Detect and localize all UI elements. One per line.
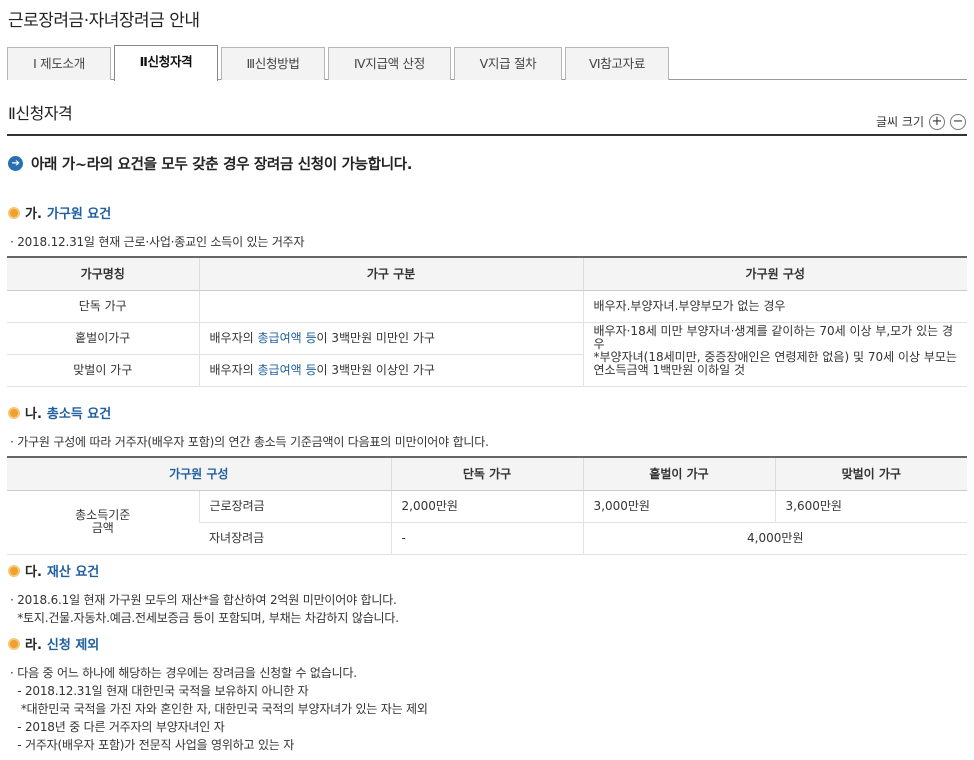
bullet-icon xyxy=(8,206,20,219)
tab-intro[interactable]: Ⅰ 제도소개 xyxy=(7,47,111,80)
household-composition: 배우자.부양자녀.부양부모가 없는 경우 xyxy=(582,290,967,323)
column-header: 가구원 구성 xyxy=(7,457,392,491)
section-b-name: 총소득 요건 xyxy=(46,407,112,422)
column-header: 가구명칭 xyxy=(7,257,199,291)
table-row: 단독 가구 배우자.부양자녀.부양부모가 없는 경우 xyxy=(7,290,967,323)
column-header: 가구원 구성 xyxy=(582,257,967,291)
section-d-name: 신청 제외 xyxy=(46,638,100,653)
tab-eligibility[interactable]: Ⅱ신청자격 xyxy=(114,45,218,81)
headline: ➔ 아래 가~라의 요건을 모두 갖춘 경우 장려금 신청이 가능합니다. xyxy=(8,153,412,174)
section-a-heading: 가. 가구원 요건 xyxy=(8,203,111,222)
section-b-prefix: 나. xyxy=(25,407,42,422)
font-size-control: 글씨 크기 + − xyxy=(876,113,966,130)
font-decrease-button[interactable]: − xyxy=(950,113,966,130)
household-composition: 배우자·18세 미만 부양자녀·생계를 같이하는 70세 이상 부,모가 있는 … xyxy=(582,322,967,387)
column-header: 단독 가구 xyxy=(390,457,584,491)
income-table: 가구원 구성 단독 가구 홑벌이 가구 맞벌이 가구 총소득기준 금액 근로장려… xyxy=(7,456,968,555)
single-household-value: - xyxy=(390,522,584,555)
total-pay-link[interactable]: 총급여액 등 xyxy=(257,363,316,377)
table-header-row: 가구명칭 가구 구분 가구원 구성 xyxy=(7,257,967,291)
arrow-right-icon: ➔ xyxy=(8,156,23,171)
font-increase-button[interactable]: + xyxy=(929,113,945,130)
household-type: 배우자의 총급여액 등이 3백만원 미만인 가구 xyxy=(198,322,583,355)
type-text: 이 3백만원 미만인 가구 xyxy=(316,330,435,345)
income-criteria-label: 총소득기준 금액 xyxy=(7,490,199,555)
two-earner-value: 3,600만원 xyxy=(774,490,968,523)
column-header: 홑벌이 가구 xyxy=(582,457,776,491)
tab-references[interactable]: Ⅵ참고자료 xyxy=(565,47,669,80)
section-d-line: - 2018.12.31일 현재 대한민국 국적을 보유하지 아니한 자 xyxy=(10,684,309,698)
section-b-heading: 나. 총소득 요건 xyxy=(8,403,111,422)
table-row: 홑벌이가구 배우자의 총급여액 등이 3백만원 미만인 가구 배우자·18세 미… xyxy=(7,322,967,387)
section-a-desc: · 2018.12.31일 현재 근로·사업·종교인 소득이 있는 거주자 xyxy=(10,235,305,249)
tab-payment-procedure[interactable]: Ⅴ지급 절차 xyxy=(454,47,562,80)
household-type xyxy=(198,290,583,323)
benefit-type: 근로장려금 xyxy=(198,490,392,523)
single-household-value: 2,000만원 xyxy=(390,490,584,523)
total-pay-link[interactable]: 총급여액 등 xyxy=(257,331,316,345)
section-c-line: · 2018.6.1일 현재 가구원 모두의 재산*을 합산하여 2억원 미만이… xyxy=(10,593,397,607)
benefit-type: 자녀장려금 xyxy=(199,522,392,555)
type-text: 배우자의 xyxy=(209,362,258,377)
headline-text: 아래 가~라의 요건을 모두 갖춘 경우 장려금 신청이 가능합니다. xyxy=(31,157,413,173)
column-header: 가구 구분 xyxy=(198,257,583,291)
type-text: 배우자의 xyxy=(209,330,258,345)
section-b-desc: · 가구원 구성에 따라 거주자(배우자 포함)의 연간 총소득 기준금액이 다… xyxy=(10,435,489,449)
household-name: 맞벌이 가구 xyxy=(7,354,199,387)
section-c-line: *토지.건물.자동차.예금.전세보증금 등이 포함되며, 부채는 차감하지 않습… xyxy=(10,611,399,625)
household-type: 배우자의 총급여액 등이 3백만원 이상인 가구 xyxy=(198,354,583,387)
merged-earner-value: 4,000만원 xyxy=(582,522,968,555)
tab-apply-method[interactable]: Ⅲ신청방법 xyxy=(221,47,325,80)
section-c-heading: 다. 재산 요건 xyxy=(8,561,99,580)
page-title: 근로장려금·자녀장려금 안내 xyxy=(8,11,200,31)
table-row: 총소득기준 금액 근로장려금 2,000만원 3,000만원 3,600만원 xyxy=(7,490,968,555)
household-name: 홑벌이가구 xyxy=(7,322,199,355)
section-d-line: · 다음 중 어느 하나에 해당하는 경우에는 장려금을 신청할 수 없습니다. xyxy=(10,666,357,680)
tab-amount[interactable]: Ⅳ지급액 산정 xyxy=(328,47,451,80)
section-d-line: *대한민국 국적을 가진 자와 혼인한 자, 대한민국 국적의 부양자녀가 있는… xyxy=(10,702,428,716)
section-c-prefix: 다. xyxy=(25,565,42,580)
one-earner-value: 3,000만원 xyxy=(582,490,776,523)
table-header-row: 가구원 구성 단독 가구 홑벌이 가구 맞벌이 가구 xyxy=(7,457,968,491)
type-text: 이 3백만원 이상인 가구 xyxy=(316,362,435,377)
composition-note: *부양자녀(18세미만, 중증장애인은 연령제한 없음) 및 70세 이상 부모… xyxy=(593,349,957,377)
section-a-prefix: 가. xyxy=(25,207,42,222)
section-title: Ⅱ신청자격 xyxy=(8,104,73,123)
section-a-name: 가구원 요건 xyxy=(46,207,112,222)
section-c-name: 재산 요건 xyxy=(46,565,100,580)
composition-line: 배우자·18세 미만 부양자녀·생계를 같이하는 70세 이상 부,모가 있는 … xyxy=(593,323,954,351)
household-table: 가구명칭 가구 구분 가구원 구성 단독 가구 배우자.부양자녀.부양부모가 없… xyxy=(7,256,967,387)
bullet-icon xyxy=(8,637,20,650)
tab-bar: Ⅰ 제도소개 Ⅱ신청자격 Ⅲ신청방법 Ⅳ지급액 산정 Ⅴ지급 절차 Ⅵ참고자료 xyxy=(7,45,967,81)
section-d-line: - 2018년 중 다른 거주자의 부양자녀인 자 xyxy=(10,720,225,734)
title-divider xyxy=(7,134,967,136)
bullet-icon xyxy=(8,564,20,577)
section-d-heading: 라. 신청 제외 xyxy=(8,634,99,653)
household-name: 단독 가구 xyxy=(7,290,199,323)
section-d-line: - 거주자(배우자 포함)가 전문직 사업을 영위하고 있는 자 xyxy=(10,738,295,752)
section-d-prefix: 라. xyxy=(25,638,42,653)
column-header: 맞벌이 가구 xyxy=(774,457,968,491)
bullet-icon xyxy=(8,406,20,419)
font-size-label: 글씨 크기 xyxy=(876,115,924,129)
